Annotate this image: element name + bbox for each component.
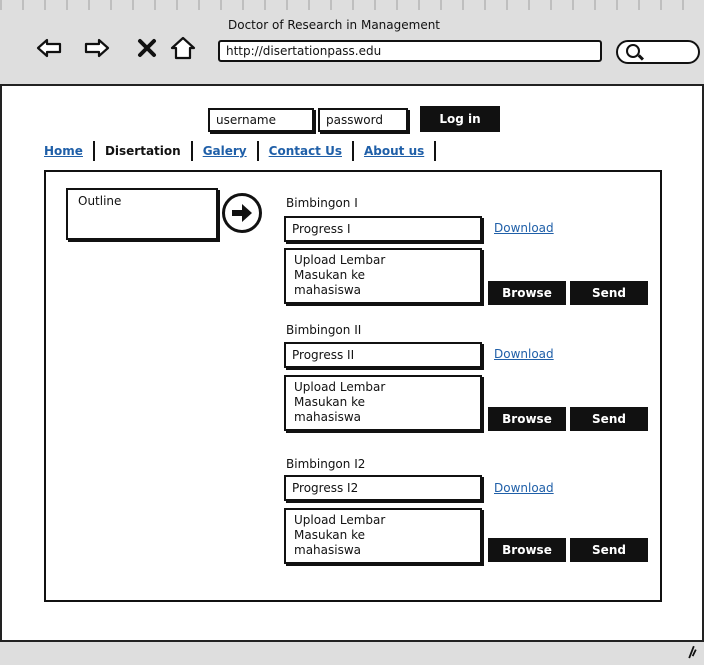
download-link[interactable]: Download xyxy=(494,481,554,495)
close-icon[interactable] xyxy=(134,36,160,60)
browse-button[interactable]: Browse xyxy=(488,281,566,305)
browse-button[interactable]: Browse xyxy=(488,407,566,431)
progress-field[interactable]: Progress II xyxy=(284,342,482,368)
home-icon[interactable] xyxy=(170,36,196,60)
search-icon xyxy=(626,44,640,58)
back-arrow-icon[interactable] xyxy=(36,36,62,60)
search-field[interactable] xyxy=(616,40,700,64)
menu-separator xyxy=(434,141,437,161)
download-link[interactable]: Download xyxy=(494,347,554,361)
upload-label-line: mahasiswa xyxy=(294,410,362,424)
username-field[interactable]: username xyxy=(208,108,314,132)
main-menu: Home Disertation Galery Contact Us About… xyxy=(44,140,440,162)
upload-label-line: Masukan ke xyxy=(294,395,365,409)
menu-separator xyxy=(92,141,95,161)
download-link[interactable]: Download xyxy=(494,221,554,235)
window-title: Doctor of Research in Management xyxy=(228,18,441,32)
menu-separator xyxy=(351,141,354,161)
menu-separator xyxy=(190,141,193,161)
menu-separator xyxy=(256,141,259,161)
upload-feedback-box[interactable]: Upload Lembar Masukan ke mahasiswa xyxy=(284,375,482,431)
menu-item-disertation[interactable]: Disertation xyxy=(99,144,187,158)
upload-label-line: mahasiswa xyxy=(294,543,362,557)
menu-item-galery[interactable]: Galery xyxy=(197,144,253,158)
password-field[interactable]: password xyxy=(318,108,408,132)
section-title: Bimbingon II xyxy=(286,323,362,337)
outline-box[interactable]: Outline xyxy=(66,188,218,240)
forward-arrow-icon[interactable] xyxy=(84,36,110,60)
upload-label-line: Masukan ke xyxy=(294,268,365,282)
upload-label-line: mahasiswa xyxy=(294,283,362,297)
progress-field[interactable]: Progress I2 xyxy=(284,475,482,501)
section-title: Bimbingon I xyxy=(286,196,358,210)
arrow-right-circle-icon[interactable] xyxy=(222,193,262,233)
menu-item-contact-us[interactable]: Contact Us xyxy=(263,144,348,158)
login-button[interactable]: Log in xyxy=(420,106,500,132)
section-title: Bimbingon I2 xyxy=(286,457,366,471)
url-field[interactable]: http://disertationpass.edu xyxy=(218,40,602,62)
progress-field[interactable]: Progress I xyxy=(284,216,482,242)
send-button[interactable]: Send xyxy=(570,538,648,562)
send-button[interactable]: Send xyxy=(570,407,648,431)
menu-item-home[interactable]: Home xyxy=(44,144,89,158)
upload-label-line: Masukan ke xyxy=(294,528,365,542)
upload-label-line: Upload Lembar xyxy=(294,380,386,394)
menu-item-about-us[interactable]: About us xyxy=(358,144,430,158)
send-button[interactable]: Send xyxy=(570,281,648,305)
upload-label-line: Upload Lembar xyxy=(294,253,386,267)
upload-feedback-box[interactable]: Upload Lembar Masukan ke mahasiswa xyxy=(284,248,482,304)
upload-feedback-box[interactable]: Upload Lembar Masukan ke mahasiswa xyxy=(284,508,482,564)
upload-label-line: Upload Lembar xyxy=(294,513,386,527)
browse-button[interactable]: Browse xyxy=(488,538,566,562)
status-bar xyxy=(0,640,704,665)
window-border-decoration xyxy=(0,0,704,10)
